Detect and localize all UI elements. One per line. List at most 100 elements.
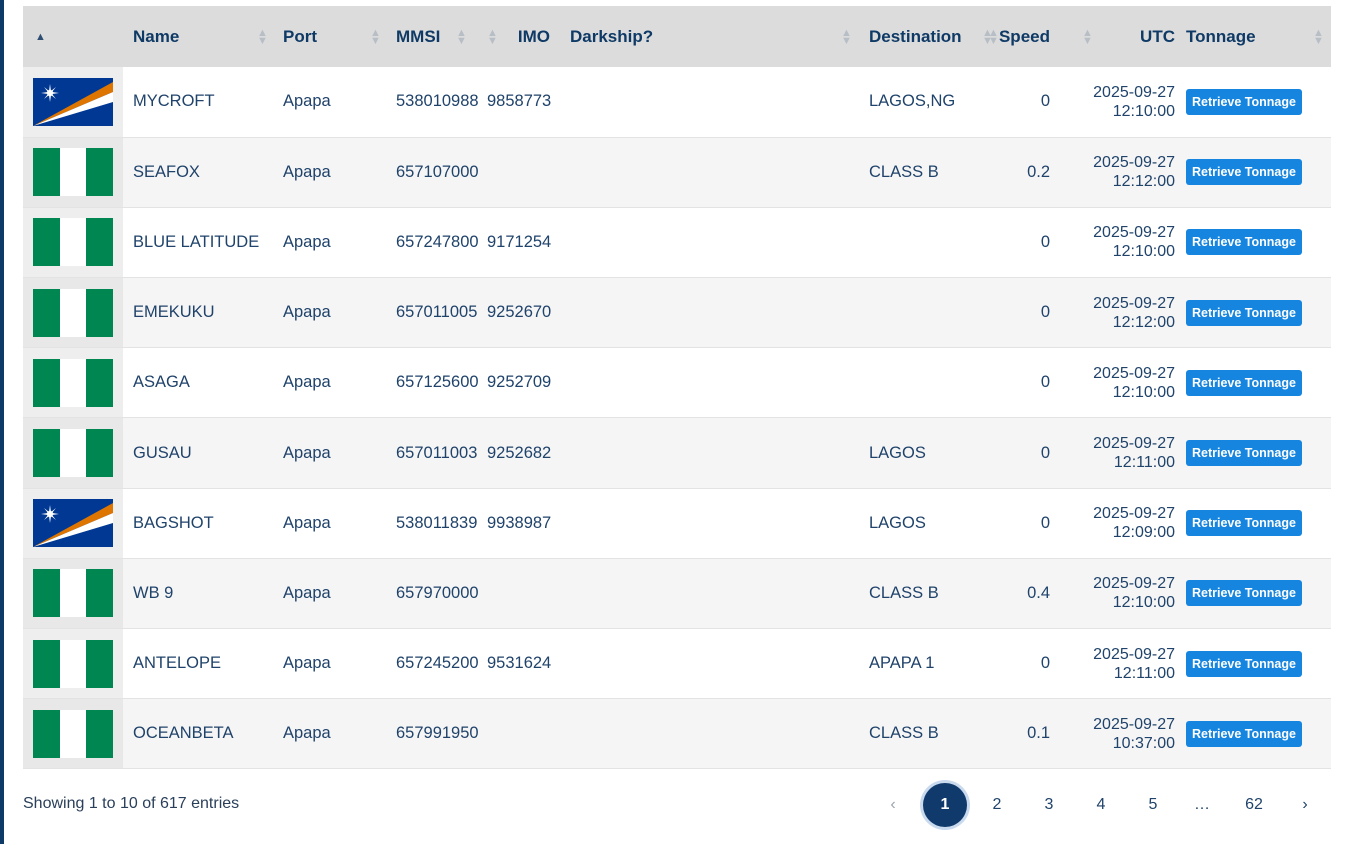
utc-date: 2025-09-27 [1093,645,1175,663]
next-page-button[interactable]: › [1290,783,1320,827]
retrieve-tonnage-button[interactable]: Retrieve Tonnage [1186,159,1302,186]
utc-time: 12:11:00 [1113,454,1175,472]
imo-cell [487,137,560,207]
utc-time: 12:10:00 [1112,594,1175,612]
column-header-darkship[interactable]: Darkship? ▲ ▼ [560,6,859,67]
retrieve-tonnage-button[interactable]: Retrieve Tonnage [1186,510,1302,537]
table-row[interactable]: BLUE LATITUDE Apapa 657247800 9171254 0 2025-… [23,207,1331,278]
vessel-name[interactable]: SEAFOX [123,137,273,207]
darkship-cell [560,629,859,699]
sort-icon: ▲ ▼ [370,26,381,47]
utc-cell: 2025-09-27 12:12:00 [1060,278,1175,348]
table-row[interactable]: WB 9 Apapa 657970000 CLASS B 0.4 2025-09-27 12… [23,558,1331,629]
tonnage-cell: Retrieve Tonnage [1175,629,1331,699]
table-row[interactable]: ASAGA Apapa 657125600 9252709 0 2025-09-27 12:… [23,347,1331,418]
column-header-destination[interactable]: Destination ▲ ▼ [859,6,994,67]
port-cell: Apapa [283,443,331,462]
retrieve-tonnage-button[interactable]: Retrieve Tonnage [1186,440,1302,467]
utc-date: 2025-09-27 [1093,575,1175,593]
tonnage-cell: Retrieve Tonnage [1175,699,1331,769]
vessel-name[interactable]: EMEKUKU [123,278,273,348]
sort-icon: ▲ [35,30,46,43]
utc-cell: 2025-09-27 12:10:00 [1060,558,1175,628]
retrieve-tonnage-button[interactable]: Retrieve Tonnage [1186,229,1302,256]
utc-date: 2025-09-27 [1093,505,1175,523]
table-row[interactable]: MYCROFT Apapa 538010988 9858773 LAGOS,NG 0 202… [23,67,1331,138]
vessel-name[interactable]: MYCROFT [123,67,273,137]
column-header-label: Name [133,26,180,46]
vessel-name[interactable]: OCEANBETA [123,699,273,769]
table-row[interactable]: SEAFOX Apapa 657107000 CLASS B 0.2 2025-09-27… [23,137,1331,208]
table-row[interactable]: OCEANBETA Apapa 657991950 CLASS B 0.1 2025-09… [23,698,1331,769]
utc-date: 2025-09-27 [1093,364,1175,382]
nigeria-flag-icon [33,148,113,197]
flag-cell [23,277,123,348]
imo-cell: 9252709 [487,373,552,392]
destination-cell: LAGOS [869,513,926,532]
vessel-name[interactable]: BAGSHOT [123,488,273,558]
utc-cell: 2025-09-27 12:12:00 [1060,137,1175,207]
column-header-mmsi[interactable]: MMSI ▲ ▼ [386,6,487,67]
destination-cell: CLASS B [869,583,939,602]
retrieve-tonnage-button[interactable]: Retrieve Tonnage [1186,369,1302,396]
marshall-islands-flag-icon [33,499,113,548]
page-button-last[interactable]: 62 [1239,783,1269,827]
page-button[interactable]: 2 [982,783,1012,827]
table-row[interactable]: BAGSHOT Apapa 538011839 9938987 LAGOS 0 2025-0… [23,488,1331,559]
column-header-name[interactable]: Name ▲ ▼ [123,6,273,67]
retrieve-tonnage-button[interactable]: Retrieve Tonnage [1186,720,1302,747]
column-header-port[interactable]: Port ▲ ▼ [273,6,386,67]
page-button[interactable]: 5 [1138,783,1168,827]
flag-cell [23,207,123,278]
tonnage-cell: Retrieve Tonnage [1175,488,1331,558]
column-header-flag[interactable]: ▲ [23,6,123,67]
retrieve-tonnage-button[interactable]: Retrieve Tonnage [1186,299,1302,326]
utc-cell: 2025-09-27 12:10:00 [1060,207,1175,277]
destination-cell: LAGOS,NG [869,92,956,111]
retrieve-tonnage-button[interactable]: Retrieve Tonnage [1186,650,1302,677]
nigeria-flag-icon [33,709,113,758]
imo-cell: 9252670 [487,303,552,322]
sort-icon: ▲ ▼ [1313,26,1324,47]
utc-date: 2025-09-27 [1093,715,1175,733]
column-header-label: Speed [998,26,1050,46]
column-header-imo[interactable]: ▲ ▼ IMO [487,6,560,67]
utc-cell: 2025-09-27 12:09:00 [1060,488,1175,558]
vessel-name[interactable]: GUSAU [123,418,273,488]
tonnage-cell: Retrieve Tonnage [1175,418,1331,488]
nigeria-flag-icon [33,358,113,407]
utc-cell: 2025-09-27 12:11:00 [1060,629,1175,699]
flag-cell [23,417,123,489]
table-row[interactable]: ANTELOPE Apapa 657245200 9531624 APAPA 1 0 202… [23,628,1331,699]
retrieve-tonnage-button[interactable]: Retrieve Tonnage [1186,88,1302,115]
utc-date: 2025-09-27 [1093,154,1175,172]
vessel-name[interactable]: ASAGA [123,348,273,418]
flag-cell [23,698,123,769]
column-header-speed[interactable]: ▲ ▼ Speed [988,6,1060,67]
darkship-cell [560,348,859,418]
prev-page-button[interactable]: ‹ [878,783,908,827]
mmsi-cell: 657011005 [396,303,478,322]
vessel-name[interactable]: WB 9 [123,558,273,628]
page-button-current[interactable]: 1 [923,783,967,827]
speed-cell: 0 [1040,513,1050,532]
page-button[interactable]: 4 [1086,783,1116,827]
column-header-utc[interactable]: ▲ ▼ UTC [1060,6,1175,67]
nigeria-flag-icon [33,288,113,337]
imo-cell: 9252682 [487,443,552,462]
vessel-name[interactable]: ANTELOPE [123,629,273,699]
darkship-cell [560,558,859,628]
port-cell: Apapa [283,583,331,602]
retrieve-tonnage-button[interactable]: Retrieve Tonnage [1186,580,1302,607]
darkship-cell [560,67,859,137]
sort-icon: ▲ ▼ [487,26,498,47]
vessel-name[interactable]: BLUE LATITUDE [123,207,273,277]
flag-cell [23,488,123,559]
darkship-cell [560,207,859,277]
table-row[interactable]: EMEKUKU Apapa 657011005 9252670 0 2025-09-27 1… [23,277,1331,348]
port-cell: Apapa [283,162,331,181]
column-header-tonnage[interactable]: Tonnage ▲ ▼ [1175,6,1331,67]
column-header-label: Tonnage [1186,26,1256,46]
page-button[interactable]: 3 [1034,783,1064,827]
table-row[interactable]: GUSAU Apapa 657011003 9252682 LAGOS 0 2025-09-… [23,417,1331,489]
